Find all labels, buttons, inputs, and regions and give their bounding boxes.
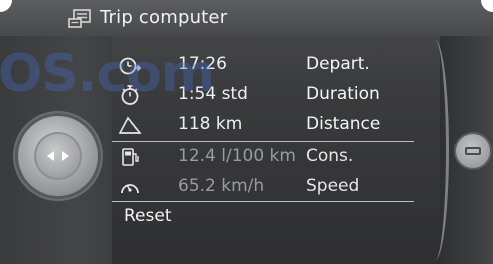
distance-label: Distance <box>306 114 381 134</box>
depart-label: Depart. <box>306 54 370 74</box>
distance-road-icon <box>118 116 142 134</box>
list-item-duration[interactable]: 1:54 std Duration <box>112 80 416 110</box>
arrow-right-icon[interactable] <box>62 151 69 161</box>
arrow-left-icon[interactable] <box>47 151 54 161</box>
list-item-depart[interactable]: 17:26 Depart. <box>112 50 416 80</box>
depart-value: 17:26 <box>178 54 227 74</box>
page-title: Trip computer <box>100 7 228 28</box>
departure-clock-icon <box>119 57 142 75</box>
list-item-speed[interactable]: 65.2 km/h Speed <box>112 172 416 202</box>
trip-computer-icon <box>68 9 91 28</box>
trip-computer-screen: Trip computer 17:26 Depart. 1:54 std Dur… <box>0 0 493 264</box>
list-item-consumption[interactable]: 12.4 l/100 km Cons. <box>112 142 416 172</box>
stopwatch-icon <box>121 85 139 105</box>
duration-value: 1:54 std <box>178 84 248 104</box>
option-menu-icon[interactable] <box>456 134 490 168</box>
consumption-value: 12.4 l/100 km <box>178 146 296 166</box>
option-mark <box>465 147 481 155</box>
speed-value: 65.2 km/h <box>178 176 265 196</box>
reset-button[interactable]: Reset <box>124 206 172 226</box>
fuel-pump-icon <box>122 148 139 166</box>
consumption-label: Cons. <box>306 146 354 166</box>
distance-value: 118 km <box>178 114 243 134</box>
duration-label: Duration <box>306 84 380 104</box>
separator <box>112 201 414 202</box>
scroll-arc <box>421 40 449 260</box>
speed-label: Speed <box>306 176 360 196</box>
speedometer-icon <box>121 184 139 194</box>
list-item-distance[interactable]: 118 km Distance <box>112 110 416 140</box>
controller-arrows-icon[interactable] <box>18 116 98 196</box>
title-bar: Trip computer <box>0 0 493 36</box>
controller-center[interactable] <box>34 132 82 180</box>
